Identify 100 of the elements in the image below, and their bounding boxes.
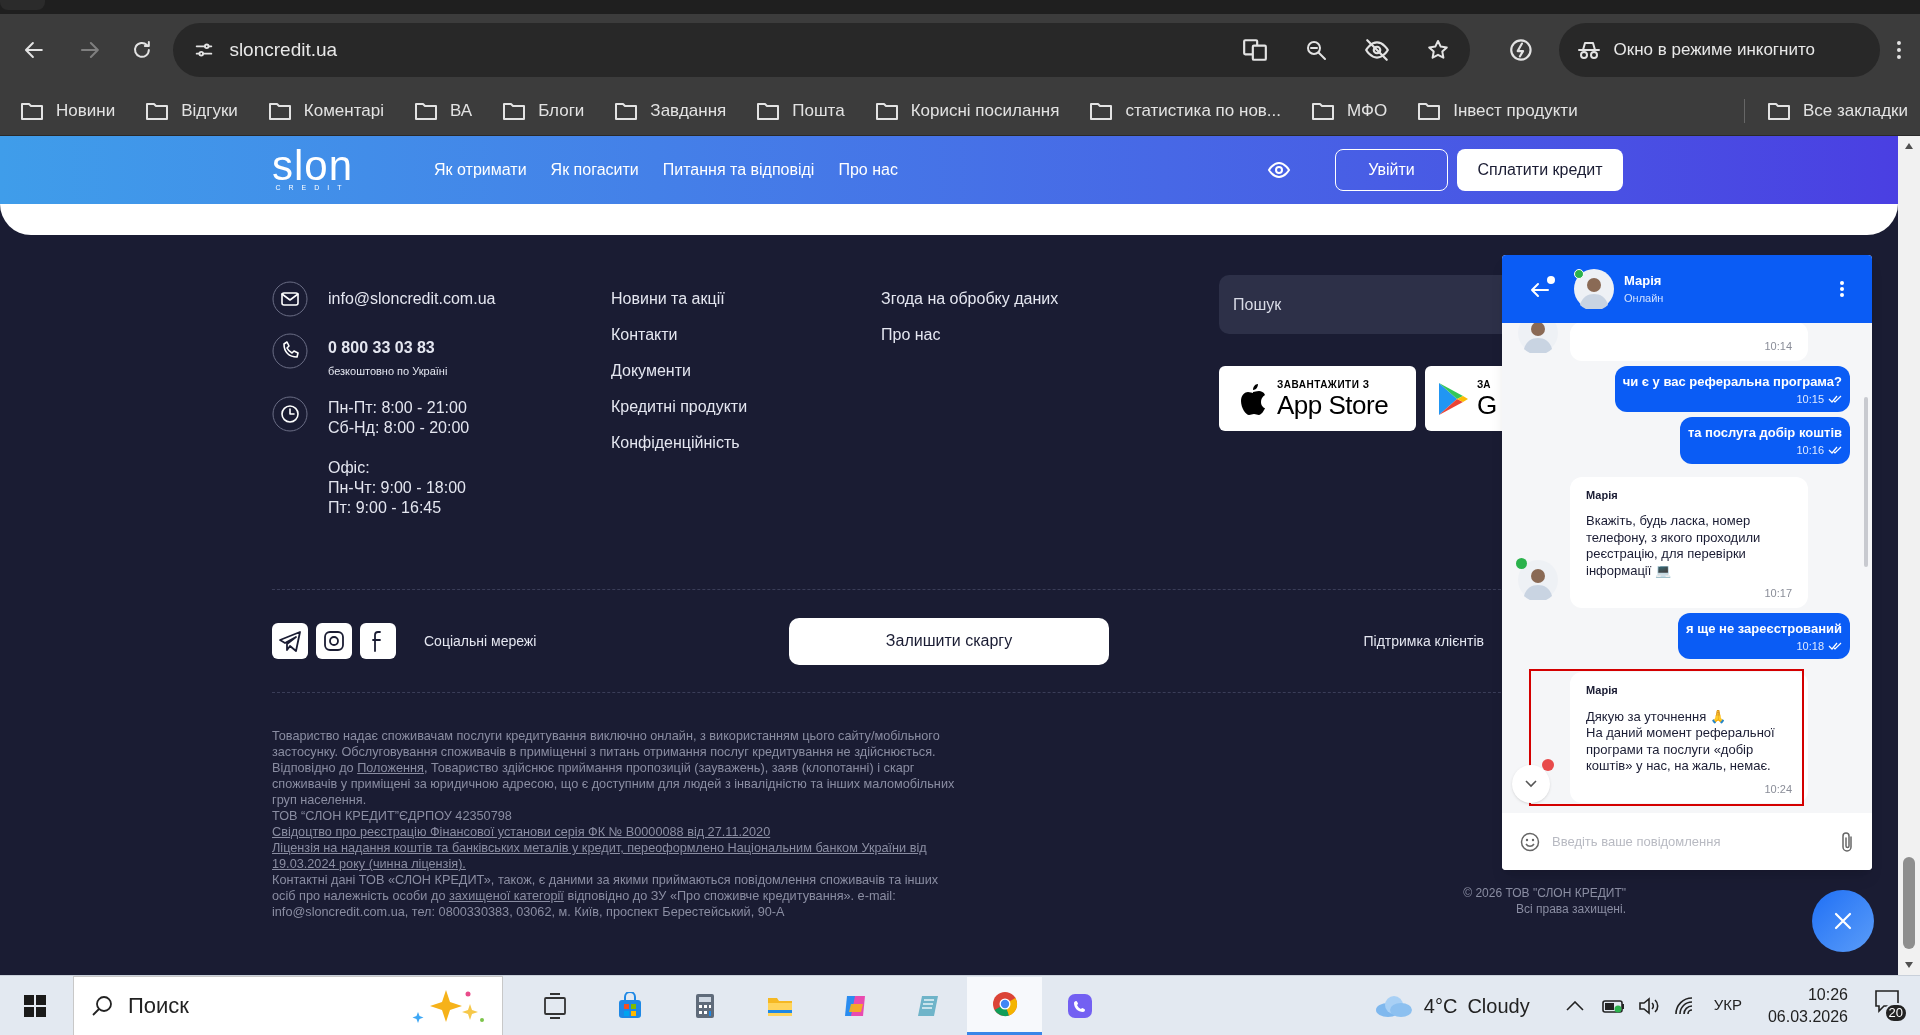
eye-off-icon[interactable] (1363, 37, 1390, 63)
scrollbar[interactable] (1898, 136, 1920, 975)
emoji-icon[interactable] (1520, 831, 1540, 852)
bookmark-item[interactable]: статистика по нов... (1089, 97, 1282, 124)
language-indicator[interactable]: УКР (1713, 994, 1742, 1017)
footer-link[interactable]: Згода на обробку даних (881, 289, 1219, 309)
agent-status: Онлайн (1624, 293, 1664, 304)
message-time: 10:15 (1796, 391, 1824, 407)
phone-app-icon (1065, 991, 1094, 1020)
notifications-button[interactable]: 20 (1874, 988, 1908, 1023)
volume-icon[interactable] (1637, 995, 1660, 1016)
legal-text: осіб про належність особи до (272, 888, 447, 904)
app-store-button[interactable]: ЗАВАНТАЖИТИ З App Store (1219, 366, 1416, 431)
scroll-down-button[interactable] (1512, 765, 1550, 803)
instagram-icon[interactable] (316, 623, 352, 659)
bookmark-item[interactable]: Інвест продукти (1417, 97, 1578, 124)
nav-link[interactable]: Як погасити (550, 158, 639, 182)
bookmark-item[interactable]: Новини (20, 97, 116, 124)
folder-icon (874, 100, 899, 121)
bookmark-item[interactable]: Коментарі (267, 97, 384, 124)
email-link[interactable]: info@sloncredit.com.ua (328, 287, 496, 311)
taskbar-search[interactable]: Поиск (73, 975, 503, 1035)
bookmark-item[interactable]: Відгуки (145, 97, 238, 124)
folder-icon (502, 100, 527, 121)
footer-link[interactable]: Контакти (611, 325, 881, 345)
folder-icon (414, 100, 438, 121)
message-input[interactable]: Введіть ваше повідомлення (1552, 831, 1828, 852)
footer-link[interactable]: Про нас (881, 325, 1219, 345)
windows-start-icon[interactable] (23, 993, 47, 1018)
extension-icon[interactable] (1507, 37, 1534, 63)
menu-icon[interactable] (1896, 38, 1902, 62)
bookmark-item[interactable]: Корисні посилання (874, 97, 1060, 124)
weather-temp[interactable]: 4°C (1423, 990, 1458, 1021)
complaint-button[interactable]: Залишити скаргу (789, 617, 1109, 665)
scroll-up-icon[interactable] (1904, 142, 1914, 150)
translate-icon[interactable] (1241, 37, 1268, 63)
login-button[interactable]: Увійти (1335, 149, 1448, 191)
menu-icon[interactable] (1840, 281, 1844, 297)
telegram-icon[interactable] (272, 623, 308, 659)
notification-count: 20 (1883, 1002, 1908, 1023)
chevron-up-icon[interactable] (1565, 1000, 1584, 1011)
office-hours-text: Офіс: (328, 457, 371, 478)
google-play-button[interactable]: ЗА G (1425, 366, 1502, 431)
hours-text: Сб-Нд: 8:00 - 20:00 (328, 417, 470, 438)
url-text: sloncredit.ua (229, 37, 338, 62)
search-icon (90, 993, 114, 1018)
footer-link[interactable]: Кредитні продукти (611, 397, 881, 417)
bookmark-item[interactable]: МФО (1311, 97, 1388, 124)
bookmark-item[interactable]: Завдання (614, 97, 727, 124)
search-field[interactable]: Пошук (1219, 275, 1502, 334)
folder-icon (756, 100, 781, 121)
agent-name: Марія (1624, 274, 1663, 287)
legal-text: Відповідно до (272, 760, 355, 776)
folder-icon (1089, 100, 1114, 121)
chevron-down-icon (1525, 780, 1537, 788)
paperclip-icon[interactable] (1840, 830, 1854, 853)
pay-button[interactable]: Сплатити кредит (1457, 149, 1623, 191)
battery-icon[interactable] (1601, 997, 1626, 1014)
mail-icon (272, 281, 308, 317)
legal-text: Контактні дані ТОВ «СЛОН КРЕДИТ», також, є даними за якими приймаються повідомлення споживачів та інших (272, 872, 939, 888)
bookmark-item[interactable]: Пошта (756, 97, 845, 124)
avatar-icon (1518, 559, 1558, 600)
apple-icon (1239, 381, 1267, 416)
clock-date[interactable]: 06.03.2026 (1767, 1005, 1848, 1028)
bookmark-item[interactable]: Все закладки (1766, 97, 1908, 124)
copyright-text: © 2026 ТОВ "СЛОН КРЕДИТ" (1463, 885, 1626, 901)
legal-link[interactable]: захищеної категорії (448, 888, 564, 904)
phone-note: безкоштовно по Україні (328, 364, 448, 379)
user-message: та послуга добір коштів 10:16 (1679, 417, 1850, 464)
facebook-icon[interactable] (360, 623, 396, 659)
clock-time[interactable]: 10:26 (1807, 983, 1848, 1006)
folder-icon (614, 100, 639, 121)
footer-link[interactable]: Конфіденційність (611, 433, 881, 453)
phone-number[interactable]: 0 800 33 03 83 (328, 336, 448, 360)
star-icon[interactable] (1425, 38, 1450, 62)
scroll-thumb[interactable] (1903, 857, 1915, 949)
bookmark-item[interactable]: Блоги (502, 97, 585, 124)
folder-icon (1311, 100, 1336, 121)
footer-link[interactable]: Новини та акції (611, 289, 881, 309)
bookmark-item[interactable]: ВА (414, 97, 473, 124)
message-time: 10:14 (1764, 339, 1792, 354)
nav-link[interactable]: Про нас (838, 158, 898, 182)
clock-icon (272, 395, 308, 432)
nav-link[interactable]: Як отримати (434, 158, 527, 182)
play-icon (1437, 380, 1469, 417)
message-text: Вкажіть, будь ласка, номер телефону, з якого проходили реєстрацію, для перевірки інформації 💻 (1586, 513, 1762, 579)
message-author: Марія (1586, 683, 1619, 698)
legal-text: відповідно до ЗУ «Про споживче кредитування». e-mail: (566, 888, 896, 904)
legal-link[interactable]: Положення (357, 760, 424, 776)
legal-link[interactable]: Свідоцтво про реєстрацію Фінансової установи серія ФК № В0000088 від 27.11.2020 (272, 824, 771, 840)
weather-text[interactable]: Cloudy (1467, 990, 1530, 1021)
address-bar[interactable]: sloncredit.ua (173, 23, 1470, 77)
incognito-chip[interactable]: Окно в режиме инкогнито (1559, 23, 1881, 77)
scroll-down-icon[interactable] (1904, 961, 1914, 969)
legal-link[interactable]: 19.03.2024 року (чинна ліцензія). (272, 856, 466, 872)
footer-link[interactable]: Документи (611, 361, 881, 381)
message-time: 10:24 (1764, 781, 1792, 797)
legal-link[interactable]: Ліцензія на надання коштів та банківських металів у кредит, переоформлено Національним банком України від (272, 840, 927, 856)
social-label: Соціальні мережі (424, 631, 537, 651)
nav-link[interactable]: Питання та відповіді (662, 158, 815, 182)
